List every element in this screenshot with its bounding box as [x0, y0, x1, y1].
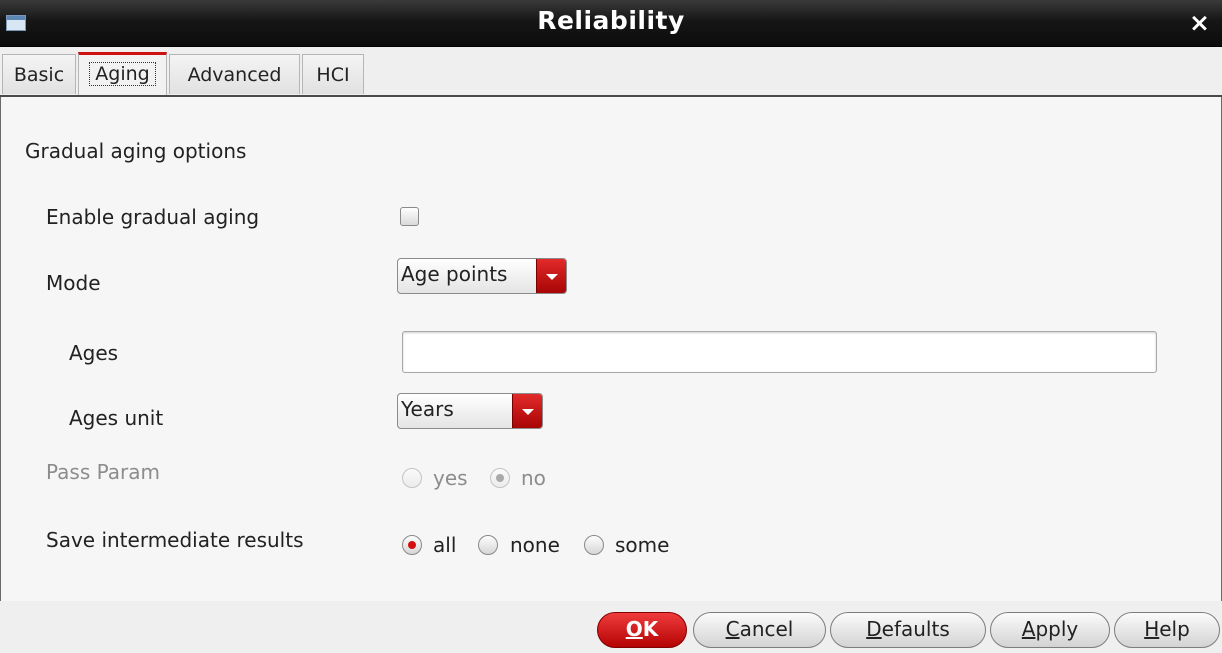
ages-unit-value: Years [401, 397, 454, 421]
defaults-label-rest: efaults [881, 617, 950, 641]
mode-select[interactable]: Age points [397, 258, 567, 294]
pass-param-no-label: no [521, 466, 546, 490]
title-bar: Reliability × [0, 0, 1222, 47]
pass-param-no-radio [490, 468, 510, 488]
help-button[interactable]: Help [1114, 612, 1220, 648]
pass-param-yes-radio [402, 468, 422, 488]
save-none-radio[interactable] [478, 535, 498, 555]
close-icon[interactable]: × [1189, 10, 1210, 36]
mode-label: Mode [46, 271, 101, 295]
pass-param-label: Pass Param [46, 460, 160, 484]
enable-gradual-aging-label: Enable gradual aging [46, 205, 260, 229]
apply-mnemonic: A [1021, 617, 1036, 641]
section-title: Gradual aging options [25, 139, 247, 163]
ages-unit-label: Ages unit [69, 406, 164, 430]
ages-input[interactable] [402, 331, 1157, 373]
window-title: Reliability [537, 6, 685, 35]
help-label-rest: elp [1159, 617, 1190, 641]
ages-unit-select[interactable]: Years [397, 393, 543, 429]
mode-value: Age points [401, 262, 508, 286]
tab-hci[interactable]: HCI [302, 54, 364, 94]
cancel-button[interactable]: Cancel [693, 612, 826, 648]
cancel-label-rest: ancel [739, 617, 794, 641]
tab-advanced-label: Advanced [187, 64, 282, 86]
defaults-mnemonic: D [866, 617, 882, 641]
defaults-button[interactable]: Defaults [830, 612, 986, 648]
ok-mnemonic: O [625, 617, 643, 641]
aging-panel: Gradual aging options Enable gradual agi… [0, 97, 1222, 601]
save-all-radio[interactable] [402, 535, 422, 555]
save-all-label[interactable]: all [433, 533, 456, 557]
save-some-radio[interactable] [584, 535, 604, 555]
help-mnemonic: H [1144, 617, 1160, 641]
save-some-label[interactable]: some [615, 533, 669, 557]
cancel-mnemonic: C [725, 617, 740, 641]
tab-aging-label: Aging [89, 62, 156, 86]
radio-dot [408, 541, 416, 549]
enable-gradual-aging-checkbox[interactable] [400, 207, 419, 226]
tab-basic[interactable]: Basic [2, 54, 76, 94]
pass-param-yes-label: yes [433, 466, 468, 490]
save-intermediate-label: Save intermediate results [46, 528, 304, 552]
ages-label: Ages [69, 341, 119, 365]
tab-hci-label: HCI [316, 64, 350, 86]
chevron-down-icon [512, 394, 542, 428]
chevron-down-icon [536, 259, 566, 293]
ok-label-rest: K [642, 617, 659, 641]
apply-label-rest: pply [1035, 617, 1079, 641]
save-none-label[interactable]: none [510, 533, 560, 557]
tab-strip: Basic Aging Advanced HCI [0, 52, 1222, 96]
apply-button[interactable]: Apply [990, 612, 1110, 648]
tab-aging[interactable]: Aging [78, 52, 167, 96]
radio-dot [496, 474, 504, 482]
tab-advanced[interactable]: Advanced [169, 54, 300, 94]
tab-basic-label: Basic [13, 64, 65, 86]
ok-button[interactable]: OK [597, 612, 687, 648]
